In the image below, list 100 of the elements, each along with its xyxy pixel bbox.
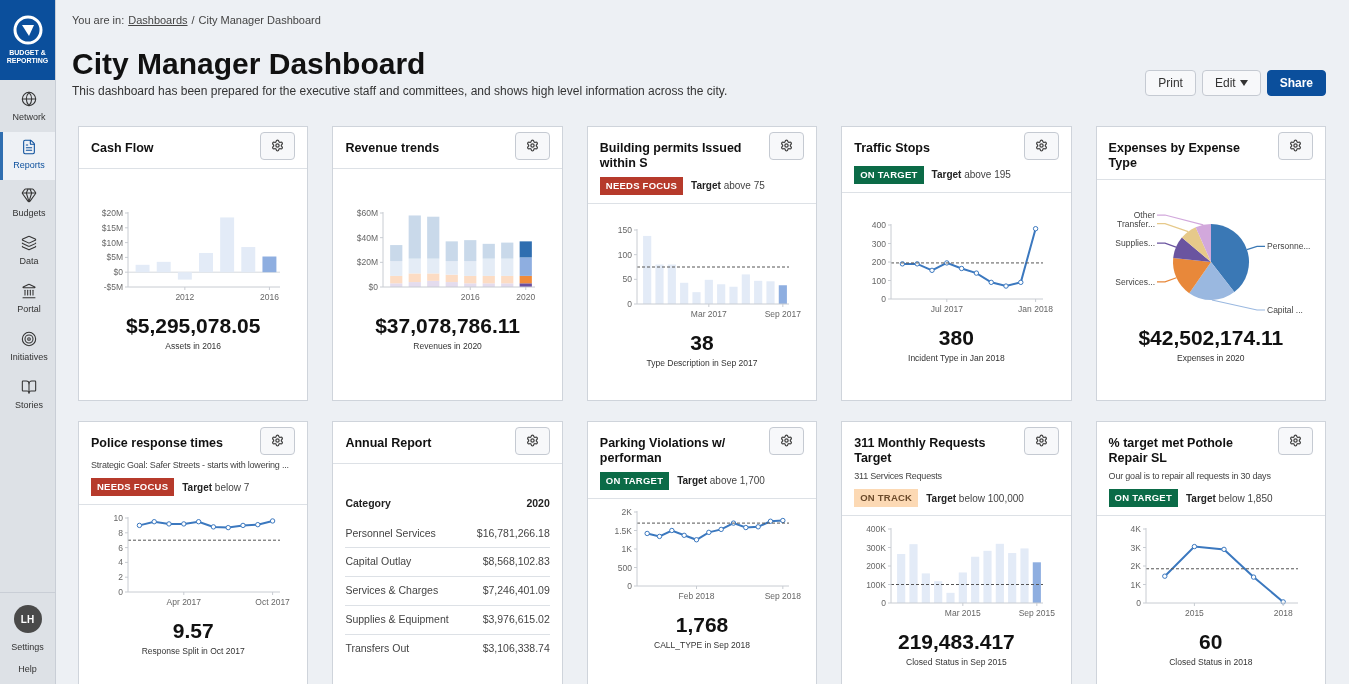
axis-label: 0	[627, 299, 632, 310]
axis-label: -$5M	[103, 281, 124, 292]
metric-caption: Expenses in 2020	[1177, 352, 1245, 365]
table-cell: $16,781,266.18	[465, 519, 550, 548]
axis-label: 50	[622, 274, 632, 285]
table-cell: Supplies & Equipment	[345, 605, 466, 634]
axis-label: 1.5K	[614, 525, 632, 536]
slice-label: Services...	[1115, 277, 1155, 287]
target-text: Target below 1,850	[1185, 491, 1273, 506]
table-cell: Personnel Services	[345, 519, 466, 548]
axis-label: 2015	[1184, 608, 1204, 619]
breadcrumb-current: City Manager Dashboard	[198, 13, 321, 28]
axis-label: Feb 2018	[678, 590, 715, 601]
axis-label: $40M	[356, 232, 378, 243]
metric-value: $5,295,078.05	[126, 313, 261, 338]
metric-value: 219,483.417	[898, 630, 1015, 655]
axis-label: 0	[627, 580, 632, 591]
metric-caption: CALL_TYPE in Sep 2018	[654, 638, 750, 652]
slice-label: Personne...	[1266, 241, 1311, 252]
target-text: Target above 1,700	[677, 474, 765, 489]
slice-label: Capital ...	[1266, 305, 1303, 316]
metric-value: 1,768	[675, 612, 729, 637]
axis-label: 200	[872, 256, 887, 267]
axis-label: 10	[113, 513, 124, 524]
axis-label: Sep 2015	[1019, 608, 1056, 619]
axis-label: 2018	[1273, 608, 1293, 619]
status-badge: ON TARGET	[854, 165, 924, 184]
axis-label: Apr 2017	[166, 597, 202, 608]
metric-value: 380	[938, 325, 974, 350]
breadcrumb-label: You are in:	[72, 13, 125, 28]
table-cell: $8,568,102.83	[465, 547, 550, 577]
card-title: Annual Report	[345, 434, 433, 451]
metric-caption: Type Description in Sep 2017	[646, 357, 758, 370]
card-title: 311 Monthly Requests Target	[854, 434, 987, 466]
axis-label: 300K	[866, 542, 887, 553]
card-title: Building permits Issued within S	[599, 139, 743, 171]
axis-label: 3K	[1130, 542, 1141, 553]
status-badge: ON TARGET	[599, 471, 670, 490]
axis-label: $15M	[101, 222, 124, 233]
axis-label: 6	[118, 542, 124, 553]
table-cell: $7,246,401.09	[465, 576, 550, 606]
axis-label: 2016	[460, 291, 480, 302]
axis-label: 1K	[1130, 579, 1141, 590]
card-subtitle: Strategic Goal: Safer Streets - starts with lowering ...	[91, 458, 290, 472]
axis-label: $0	[113, 266, 124, 277]
axis-label: $60M	[356, 207, 378, 218]
axis-label: Oct 2017	[255, 597, 291, 608]
page-description: This dashboard has been prepared for the executive staff and committees, and shows high level information across the city.	[72, 82, 728, 100]
axis-label: 150	[617, 225, 632, 236]
axis-label: $5M	[106, 252, 124, 262]
card-title: Traffic Stops	[854, 139, 931, 156]
axis-label: 2012	[175, 291, 195, 302]
metric-caption: Incident Type in Jan 2018	[908, 351, 1005, 365]
card-title: Parking Violations w/ performan	[599, 434, 727, 466]
metric-value: 9.57	[172, 619, 214, 644]
axis-label: $20M	[101, 207, 124, 218]
axis-label: $0	[368, 281, 378, 292]
page-title: City Manager Dashboard	[72, 45, 427, 82]
axis-label: $10M	[101, 237, 124, 248]
metric-caption: Assets in 2016	[165, 339, 222, 353]
metric-value: 60	[1199, 630, 1223, 655]
axis-label: 0	[881, 293, 887, 304]
metric-value: $42,502,174.11	[1138, 326, 1284, 351]
target-text: Target below 100,000	[926, 491, 1024, 506]
table-cell: $3,106,338.74	[465, 634, 550, 663]
metric-caption: Closed Status in Sep 2015	[906, 656, 1007, 669]
axis-label: 100	[617, 249, 632, 260]
card-title: Police response times	[91, 434, 224, 451]
status-badge: ON TARGET	[1108, 489, 1178, 508]
status-badge: NEEDS FOCUS	[599, 176, 684, 195]
slice-label: Transfer...	[1116, 218, 1155, 229]
axis-label: 0	[881, 598, 887, 609]
axis-label: 4	[118, 557, 124, 568]
slice-label: Other	[1133, 210, 1155, 221]
metric-caption: Revenues in 2020	[413, 339, 482, 353]
axis-label: 0	[118, 587, 124, 598]
card-title: % target met Pothole Repair SL	[1108, 434, 1234, 466]
axis-label: Mar 2015	[945, 608, 982, 619]
axis-label: 300	[872, 238, 887, 249]
table-cell: $3,976,615.02	[465, 605, 550, 634]
axis-label: 400K	[866, 524, 887, 535]
axis-label: 8	[118, 528, 124, 539]
card-subtitle: Our goal is to repair all requests in 30 days	[1108, 469, 1272, 483]
axis-label: Jul 2017	[931, 303, 964, 314]
metric-value: 38	[690, 331, 714, 356]
axis-label: 100	[872, 275, 887, 286]
axis-label: 4K	[1130, 524, 1141, 535]
metric-caption: Closed Status in 2018	[1169, 656, 1253, 669]
card-title: Revenue trends	[345, 139, 441, 156]
column-header: Category	[345, 495, 392, 511]
axis-label: Sep 2018	[764, 590, 802, 601]
axis-label: $20M	[356, 256, 378, 267]
target-text: Target above 195	[931, 168, 1011, 183]
axis-label: 100K	[866, 579, 887, 590]
axis-label: 2K	[621, 506, 632, 517]
axis-label: 2	[118, 572, 124, 583]
status-badge: NEEDS FOCUS	[91, 478, 175, 497]
table-cell: Capital Outlay	[345, 547, 466, 577]
metric-value: $37,078,786.11	[375, 313, 520, 338]
table-cell: Services & Charges	[345, 576, 466, 606]
